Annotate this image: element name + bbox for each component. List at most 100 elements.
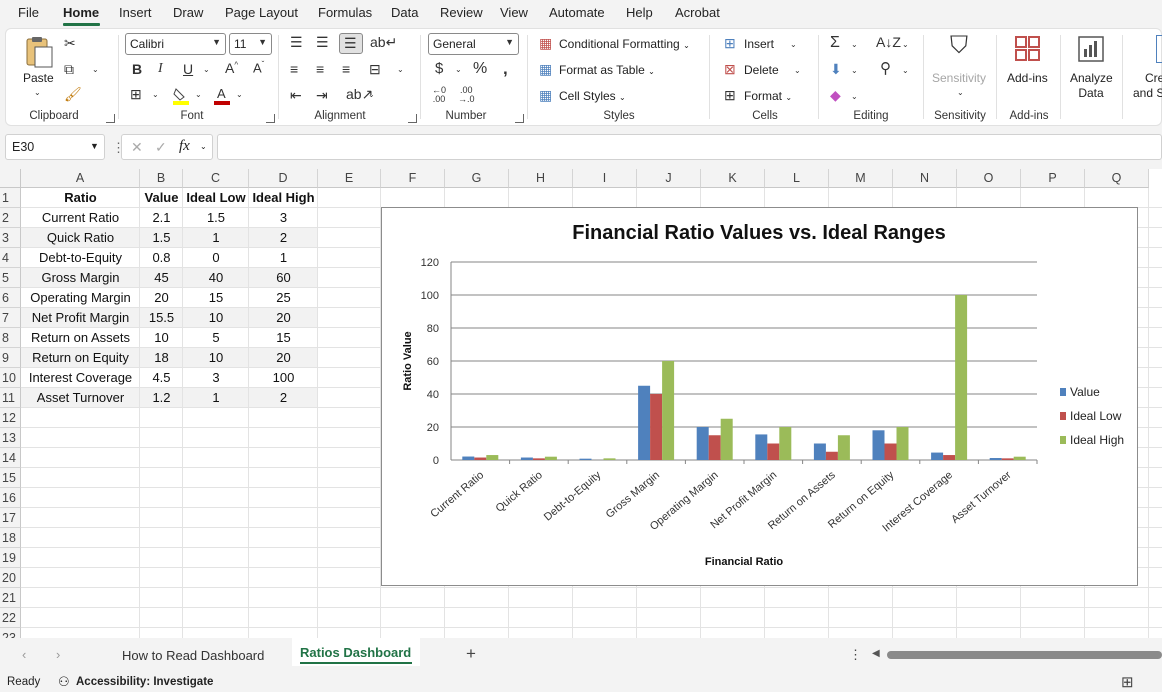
row-header-8[interactable]: 8 (0, 328, 21, 348)
table-cell[interactable]: 2.1 (140, 208, 183, 228)
percent-icon[interactable]: % (473, 61, 487, 77)
normal-view-icon[interactable]: ⊞ (1121, 673, 1134, 691)
alignment-launcher-icon[interactable] (408, 114, 417, 123)
align-middle-icon[interactable]: ☰ (316, 35, 329, 49)
column-header-h[interactable]: H (509, 169, 573, 188)
table-cell[interactable]: 15 (183, 288, 249, 308)
conditional-formatting-icon[interactable]: ▦ (539, 36, 552, 50)
decrease-font-icon[interactable]: Aˇ (253, 61, 264, 75)
row-header-12[interactable]: 12 (0, 408, 21, 428)
row-header-4[interactable]: 4 (0, 248, 21, 268)
font-launcher-icon[interactable] (266, 114, 275, 123)
menu-review[interactable]: Review (440, 5, 483, 20)
column-header-c[interactable]: C (183, 169, 249, 188)
enter-icon[interactable]: ✓ (155, 139, 167, 156)
table-cell[interactable]: 1 (183, 388, 249, 408)
table-cell[interactable]: Return on Assets (21, 328, 140, 348)
worksheet-grid[interactable]: ABCDEFGHIJKLMNOPQ 1 2 3 4 5 6 7 8 9 10 11 12 13 14 15 1… (0, 169, 1162, 638)
table-cell[interactable]: 5 (183, 328, 249, 348)
select-all-corner[interactable] (0, 169, 21, 188)
horizontal-scrollbar[interactable] (887, 651, 1162, 659)
currency-dropdown-icon[interactable]: ⌄ (455, 65, 462, 74)
delete-cells-button[interactable]: Delete (744, 63, 779, 77)
menu-page-layout[interactable]: Page Layout (225, 5, 298, 20)
row-header-21[interactable]: 21 (0, 588, 21, 608)
row-header-14[interactable]: 14 (0, 448, 21, 468)
comma-style-icon[interactable]: , (503, 60, 508, 77)
row-header-19[interactable]: 19 (0, 548, 21, 568)
table-cell[interactable]: 1 (183, 228, 249, 248)
table-cell[interactable]: 1.5 (140, 228, 183, 248)
table-header-cell[interactable]: Ideal High (249, 188, 318, 208)
sheet-tab-how-to-read[interactable]: How to Read Dashboard (122, 648, 264, 663)
analyze-data-icon[interactable] (1077, 35, 1105, 63)
sheet-tab-ratios-dashboard[interactable]: Ratios Dashboard (292, 638, 420, 666)
align-left-icon[interactable]: ≡ (290, 62, 298, 76)
delete-cells-icon[interactable]: ⊠ (724, 62, 736, 76)
menu-file[interactable]: File (18, 5, 39, 20)
table-cell[interactable]: 2 (249, 388, 318, 408)
find-dropdown-icon[interactable]: ⌄ (902, 66, 909, 75)
create-share-icon[interactable] (1156, 35, 1162, 63)
table-cell[interactable]: 10 (140, 328, 183, 348)
font-size-combo[interactable]: 11 ▼ (229, 33, 272, 55)
font-color-icon[interactable]: A (213, 86, 231, 106)
row-header-5[interactable]: 5 (0, 268, 21, 288)
table-cell[interactable]: 40 (183, 268, 249, 288)
column-header-g[interactable]: G (445, 169, 509, 188)
column-header-p[interactable]: P (1021, 169, 1085, 188)
scroll-left-icon[interactable]: ◀ (872, 648, 880, 659)
increase-font-icon[interactable]: A^ (225, 61, 238, 75)
formula-input[interactable] (217, 134, 1162, 160)
autosum-icon[interactable]: Σ (830, 35, 840, 51)
menu-data[interactable]: Data (391, 5, 418, 20)
format-painter-icon[interactable]: 🖌 (64, 87, 82, 101)
cell-styles-button[interactable]: Cell Styles ⌄ (559, 89, 626, 103)
table-header-cell[interactable]: Ideal Low (183, 188, 249, 208)
insert-dropdown-icon[interactable]: ⌄ (790, 40, 797, 49)
italic-icon[interactable]: I (158, 62, 163, 76)
table-cell[interactable]: 0 (183, 248, 249, 268)
table-header-cell[interactable]: Ratio (21, 188, 140, 208)
accessibility-status[interactable]: Accessibility: Investigate (76, 676, 213, 688)
cell-styles-icon[interactable]: ▦ (539, 88, 552, 102)
table-cell[interactable]: 25 (249, 288, 318, 308)
column-header-f[interactable]: F (381, 169, 445, 188)
table-cell[interactable]: 1.5 (183, 208, 249, 228)
clear-dropdown-icon[interactable]: ⌄ (851, 92, 858, 101)
table-cell[interactable]: 45 (140, 268, 183, 288)
row-header-1[interactable]: 1 (0, 188, 21, 208)
column-header-a[interactable]: A (21, 169, 140, 188)
menu-acrobat[interactable]: Acrobat (675, 5, 720, 20)
table-cell[interactable]: 4.5 (140, 368, 183, 388)
column-header-k[interactable]: K (701, 169, 765, 188)
row-header-17[interactable]: 17 (0, 508, 21, 528)
align-bottom-button[interactable]: ☰ (339, 33, 363, 54)
column-header-i[interactable]: I (573, 169, 637, 188)
row-header-6[interactable]: 6 (0, 288, 21, 308)
insert-function-icon[interactable]: fx (179, 138, 190, 155)
paste-dropdown-icon[interactable]: ⌄ (34, 88, 41, 97)
underline-icon[interactable]: U (183, 62, 193, 76)
delete-dropdown-icon[interactable]: ⌄ (794, 66, 801, 75)
row-header-10[interactable]: 10 (0, 368, 21, 388)
table-cell[interactable]: Interest Coverage (21, 368, 140, 388)
decrease-indent-icon[interactable]: ⇤ (290, 88, 302, 102)
currency-icon[interactable]: $ (435, 61, 443, 76)
underline-dropdown-icon[interactable]: ⌄ (203, 65, 210, 74)
table-cell[interactable]: Quick Ratio (21, 228, 140, 248)
sort-dropdown-icon[interactable]: ⌄ (902, 40, 909, 49)
table-cell[interactable]: 20 (140, 288, 183, 308)
align-top-icon[interactable]: ☰ (290, 35, 303, 49)
conditional-formatting-button[interactable]: Conditional Formatting ⌄ (559, 37, 690, 51)
cancel-icon[interactable]: ✕ (131, 139, 143, 156)
insert-cells-icon[interactable]: ⊞ (724, 36, 736, 50)
column-header-o[interactable]: O (957, 169, 1021, 188)
table-cell[interactable]: 10 (183, 308, 249, 328)
table-cell[interactable]: 1 (249, 248, 318, 268)
prev-sheet-icon[interactable]: ‹ (22, 647, 26, 662)
table-cell[interactable]: Current Ratio (21, 208, 140, 228)
format-as-table-button[interactable]: Format as Table ⌄ (559, 63, 655, 77)
find-select-icon[interactable]: ⚲ (880, 61, 891, 76)
decrease-decimal-icon[interactable]: .00 →.0 (458, 86, 475, 104)
